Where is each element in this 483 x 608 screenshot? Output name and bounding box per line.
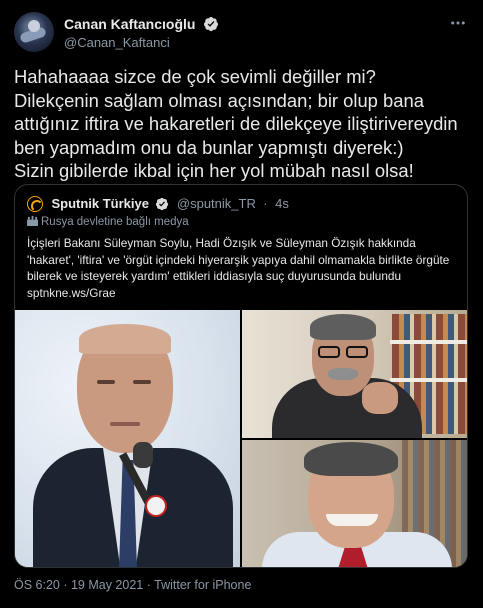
photo-man-with-glasses[interactable]	[242, 310, 467, 438]
author-names[interactable]: Canan Kaftancıoğlu @Canan_Kaftanci	[64, 15, 219, 50]
quoted-handle[interactable]: @sputnik_TR	[177, 196, 256, 211]
separator-dot: ·	[263, 196, 268, 212]
quoted-time[interactable]: 4s	[275, 196, 289, 211]
state-media-label-text: Rusya devletine bağlı medya	[41, 216, 189, 228]
state-media-label[interactable]: Rusya devletine bağlı medya	[27, 216, 189, 228]
quoted-tweet-header: Sputnik Türkiye @sputnik_TR · 4s	[27, 195, 289, 213]
quoted-display-name[interactable]: Sputnik Türkiye	[51, 196, 149, 211]
author-display-name[interactable]: Canan Kaftancıoğlu	[64, 16, 195, 32]
tweet-text: Hahahaaaa sizce de çok sevimli değiller …	[14, 66, 458, 181]
media-grid	[15, 310, 467, 567]
author-handle[interactable]: @Canan_Kaftanci	[64, 35, 219, 50]
tweet-timestamp[interactable]: ÖS 6:20 · 19 May 2021 · Twitter for iPho…	[14, 578, 251, 592]
verified-badge-icon	[156, 197, 169, 210]
verified-badge-icon	[203, 16, 218, 31]
tweet-header: Canan Kaftancıoğlu @Canan_Kaftanci	[14, 12, 469, 56]
more-options-icon[interactable]	[447, 14, 469, 36]
quoted-tweet-text: İçişleri Bakanı Süleyman Soylu, Hadi Özı…	[27, 236, 450, 300]
quoted-tweet[interactable]: Sputnik Türkiye @sputnik_TR · 4s Rusya d…	[14, 184, 468, 568]
photo-smiling-man[interactable]	[242, 440, 467, 567]
flag-icon	[27, 216, 38, 226]
sputnik-logo-avatar[interactable]	[27, 195, 43, 212]
photo-speaker-at-microphone[interactable]	[15, 310, 240, 567]
tweet-card: Canan Kaftancıoğlu @Canan_Kaftanci Hahah…	[0, 0, 483, 608]
avatar[interactable]	[14, 12, 54, 52]
